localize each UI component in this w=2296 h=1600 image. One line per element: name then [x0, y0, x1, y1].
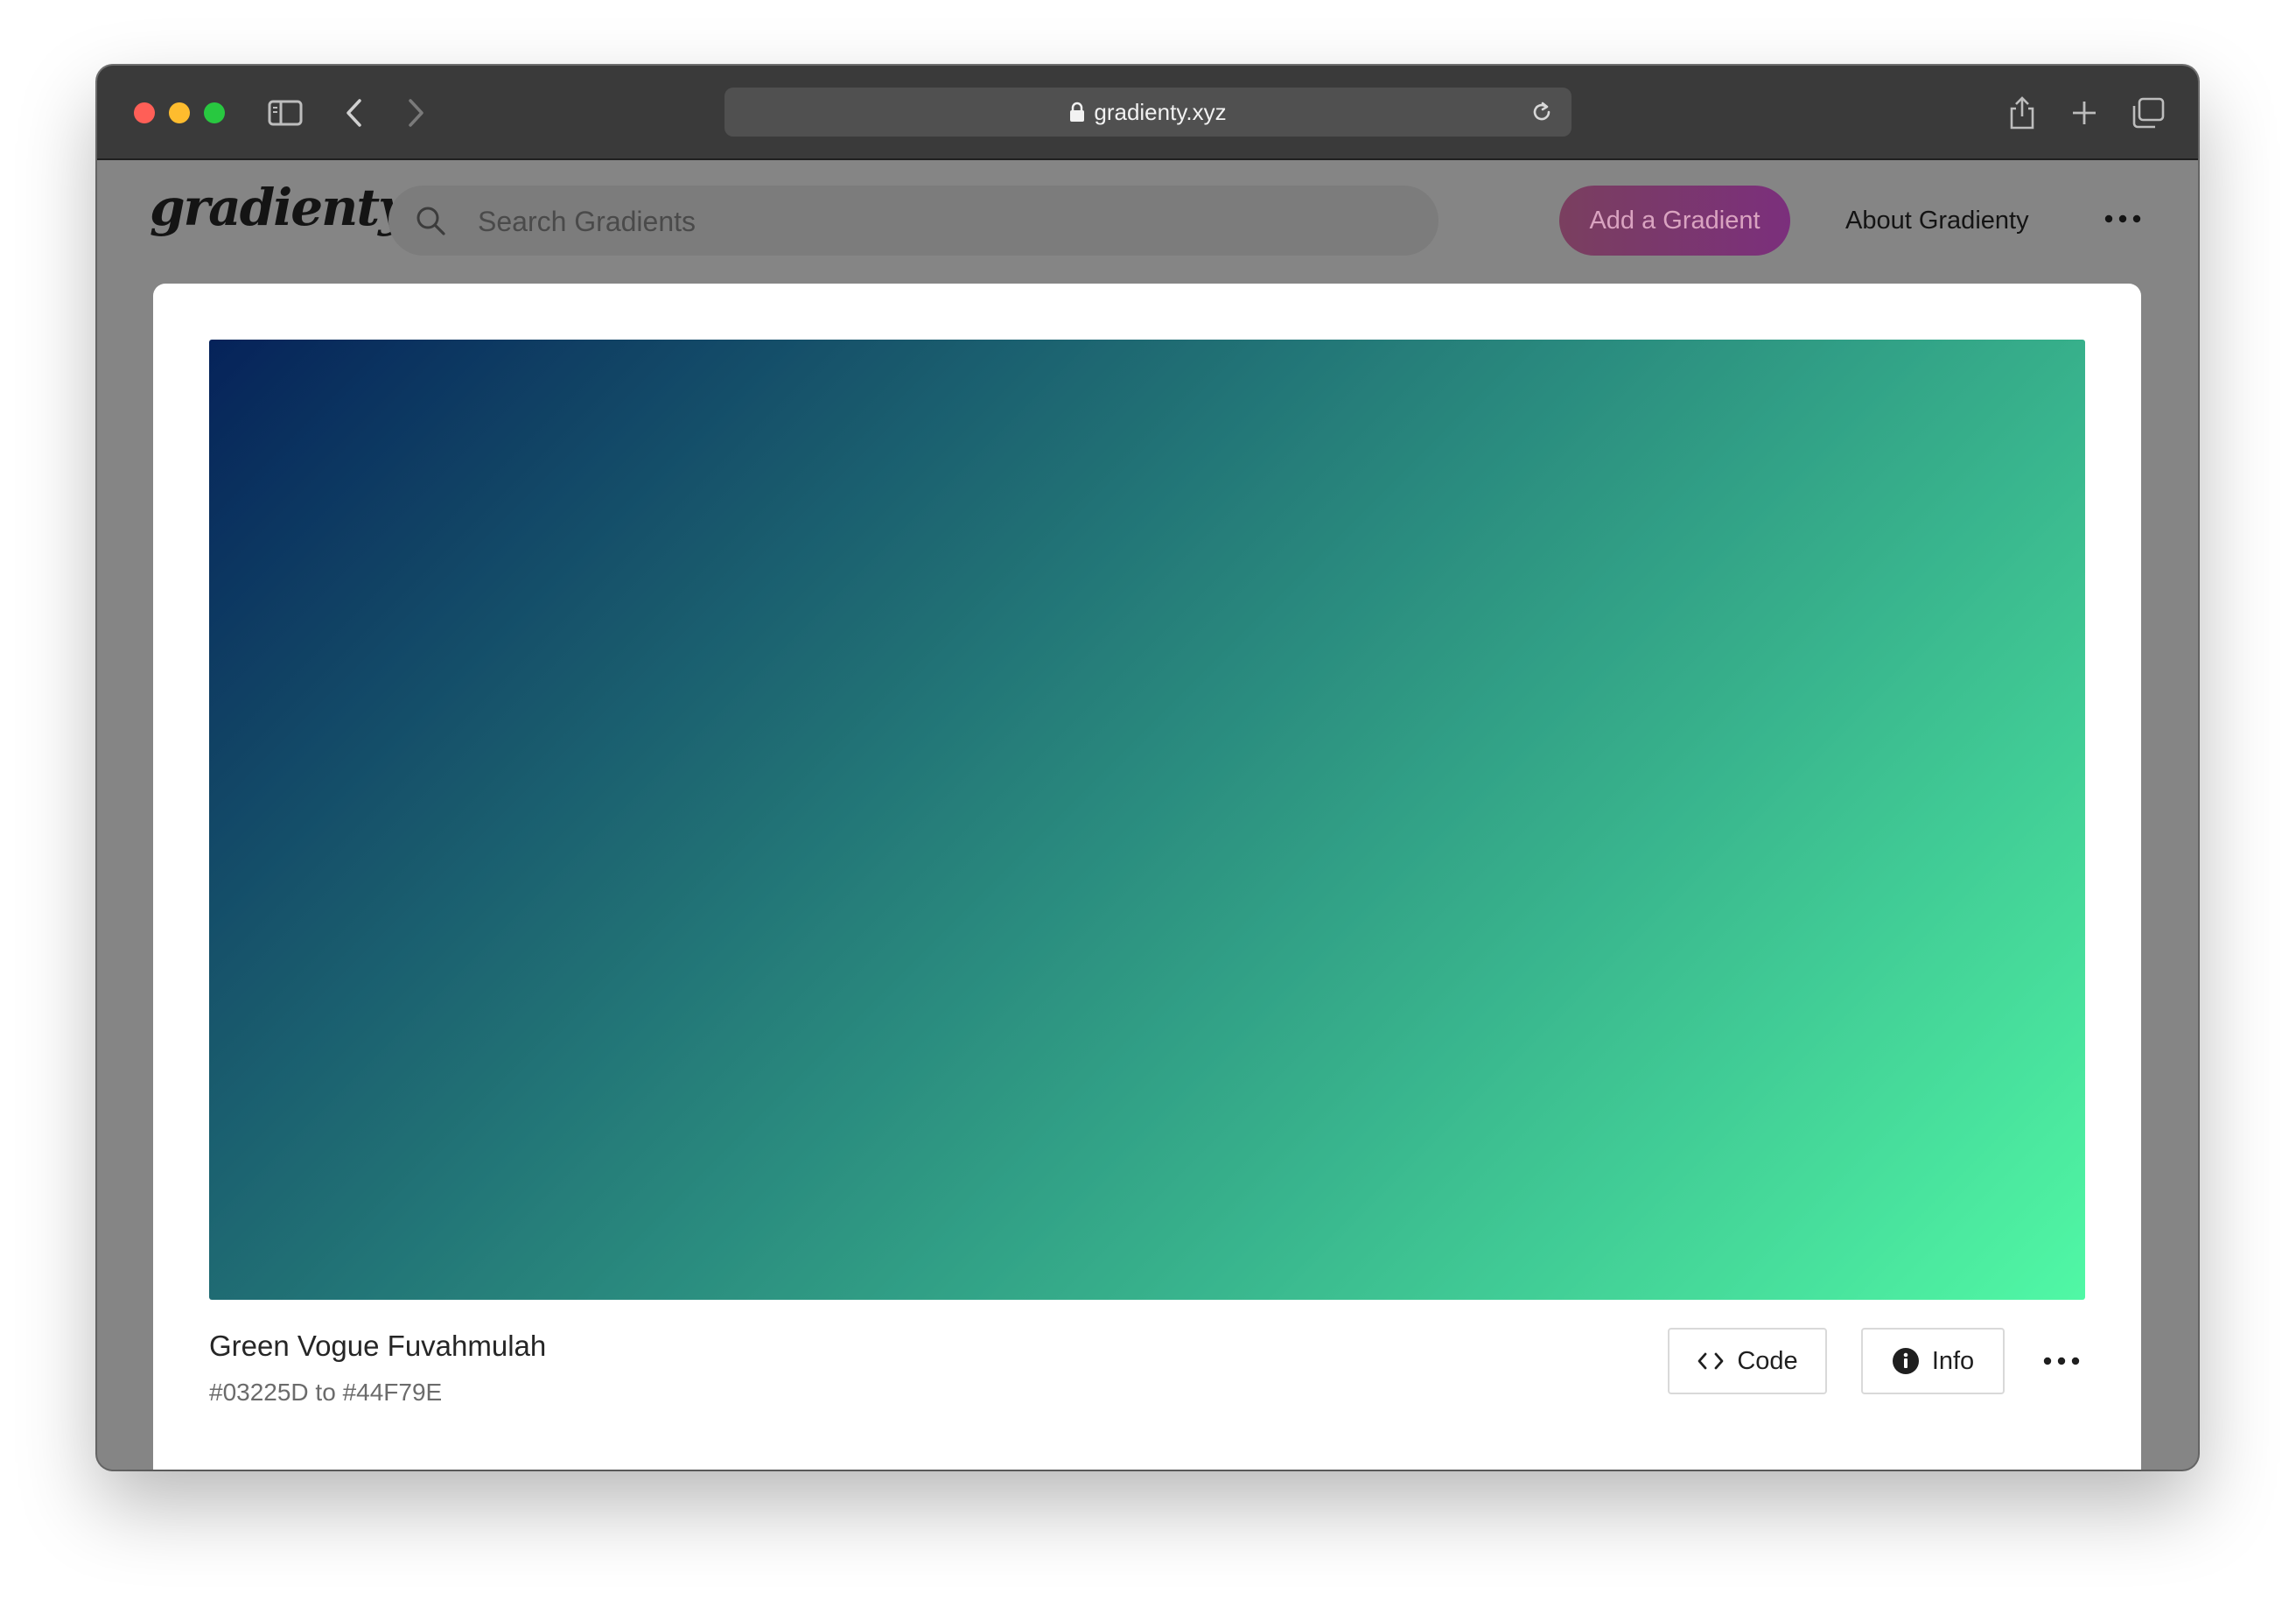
search-icon	[413, 203, 448, 238]
code-button-label: Code	[1737, 1346, 1798, 1375]
more-options-icon[interactable]	[2035, 1339, 2088, 1383]
code-brackets-icon	[1697, 1351, 1725, 1371]
gradient-name: Green Vogue Fuvahmulah	[209, 1330, 547, 1362]
lock-icon	[1069, 102, 1085, 123]
new-tab-icon[interactable]	[2063, 92, 2105, 134]
gradient-card: Green Vogue Fuvahmulah #03225D to #44F79…	[153, 284, 2141, 1470]
browser-titlebar: gradienty.xyz	[97, 66, 2198, 160]
gradient-preview[interactable]	[209, 340, 2085, 1300]
forward-icon[interactable]	[395, 92, 437, 134]
url-text: gradienty.xyz	[1094, 98, 1227, 125]
browser-window: gradienty.xyz gradienty Add a Gradient A…	[97, 66, 2198, 1470]
code-button[interactable]: Code	[1668, 1328, 1827, 1394]
gradient-color-codes: #03225D to #44F79E	[209, 1379, 443, 1406]
more-horizontal-icon[interactable]	[2096, 197, 2149, 241]
zoom-window-button[interactable]	[204, 102, 225, 123]
search-input[interactable]	[476, 186, 1407, 257]
search-bar[interactable]	[388, 186, 1438, 257]
close-window-button[interactable]	[134, 102, 155, 123]
reload-icon[interactable]	[1521, 91, 1563, 133]
gradienty-logo[interactable]: gradienty	[150, 178, 408, 237]
info-icon	[1892, 1347, 1920, 1375]
add-gradient-button[interactable]: Add a Gradient	[1559, 186, 1790, 256]
sidebar-toggle-icon[interactable]	[264, 92, 306, 134]
tab-overview-icon[interactable]	[2127, 92, 2169, 134]
back-icon[interactable]	[333, 92, 375, 134]
about-gradienty-link[interactable]: About Gradienty	[1845, 186, 2029, 256]
address-bar[interactable]: gradienty.xyz	[724, 88, 1572, 137]
info-button[interactable]: Info	[1861, 1328, 2005, 1394]
share-icon[interactable]	[2001, 92, 2043, 134]
minimize-window-button[interactable]	[169, 102, 190, 123]
info-button-label: Info	[1931, 1346, 1975, 1375]
